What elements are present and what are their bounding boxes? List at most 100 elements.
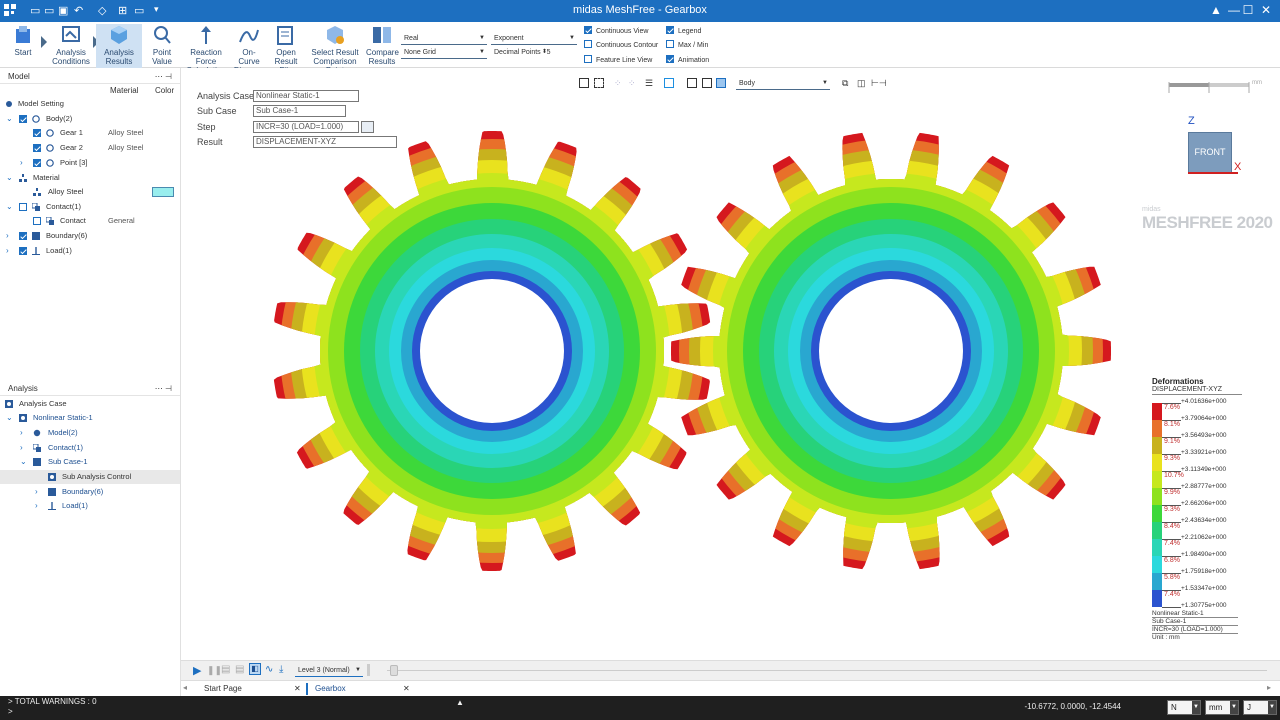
tree-row-model-setting[interactable]: Model Setting <box>0 97 180 111</box>
point-value-button[interactable]: Point Value <box>146 24 178 68</box>
chevron-right-icon[interactable]: › <box>20 156 23 170</box>
tab-start-page[interactable]: Start Page ✕ <box>204 682 304 696</box>
step-field[interactable]: INCR=30 (LOAD=1.000) <box>253 121 359 133</box>
result-field[interactable]: DISPLACEMENT-XYZ <box>253 136 397 148</box>
continuous-view-checkbox[interactable]: Continuous View <box>584 26 648 37</box>
animation-slider-track[interactable] <box>387 670 1267 671</box>
length-unit-select[interactable]: mm ▼ <box>1205 700 1239 715</box>
pin-icon[interactable]: ⋯ ⊣ <box>155 70 172 84</box>
analysis-case-field[interactable]: Nonlinear Static-1 <box>253 90 359 102</box>
view-cube[interactable]: FRONT Z X <box>1180 115 1250 185</box>
tree-row-material[interactable]: ⌄ Material <box>0 171 180 185</box>
tree-row-sub-case[interactable]: ⌄ Sub Case-1 <box>0 455 180 469</box>
select-result-button[interactable]: Select Result Comparison Point <box>306 24 364 75</box>
compare-results-button[interactable]: Compare Results <box>366 24 399 68</box>
component-select[interactable]: Real ▼ <box>401 33 487 45</box>
on-curve-button[interactable]: On-Curve Diagram <box>232 24 266 75</box>
tree-row-load[interactable]: › Load(1) <box>0 244 180 258</box>
tree-row-gear-2[interactable]: Gear 2 Alloy Steel <box>0 141 180 155</box>
analysis-conditions-button[interactable]: Analysis Conditions <box>50 24 92 68</box>
tree-row-point[interactable]: › Point [3] <box>0 156 180 170</box>
download-icon[interactable]: ⤓ <box>279 664 283 675</box>
tree-row-boundary[interactable]: › Boundary(6) <box>0 229 180 243</box>
chevron-left-icon[interactable]: ◂ <box>183 683 187 692</box>
start-button[interactable]: Start <box>6 24 40 68</box>
window-select-icon[interactable] <box>594 78 604 88</box>
frame-step-icon[interactable]: ◧ <box>249 663 261 675</box>
tree-row-boundary-analysis[interactable]: › Boundary(6) <box>0 485 180 499</box>
force-unit-select[interactable]: N ▼ <box>1167 700 1201 715</box>
tree-row-gear-1[interactable]: Gear 1 Alloy Steel <box>0 126 180 140</box>
chevron-down-icon[interactable]: ⌄ <box>6 411 13 425</box>
loop-icon[interactable]: ∿ <box>265 664 273 675</box>
material-color-swatch[interactable] <box>152 187 174 197</box>
max-min-checkbox[interactable]: Max / Min <box>666 40 708 51</box>
zoom-fit-icon[interactable] <box>702 78 712 88</box>
chevron-right-icon[interactable]: › <box>6 229 9 243</box>
continuous-contour-checkbox[interactable]: Continuous Contour <box>584 40 658 51</box>
chevron-right-icon[interactable]: › <box>20 441 23 455</box>
frame-icon[interactable] <box>664 78 674 88</box>
open-result-button[interactable]: Open Result File <box>268 24 304 75</box>
chevron-down-icon[interactable]: ⌄ <box>6 171 13 185</box>
reaction-force-button[interactable]: Reaction Force Calculation <box>180 24 232 75</box>
visibility-checkbox[interactable] <box>19 115 27 123</box>
format-select[interactable]: Exponent ▼ <box>491 33 577 45</box>
chevron-right-icon[interactable]: › <box>6 244 9 258</box>
close-icon[interactable]: ✕ <box>403 682 410 696</box>
expand-console-icon[interactable]: ▲ <box>456 698 464 707</box>
visibility-checkbox[interactable] <box>19 232 27 240</box>
clip-plane-icon[interactable]: ⧉ <box>842 78 848 89</box>
tree-row-model[interactable]: › Model(2) <box>0 426 180 440</box>
chevron-down-icon[interactable]: ⌄ <box>6 112 13 126</box>
sub-case-field[interactable]: Sub Case-1 <box>253 105 346 117</box>
select-connected-icon[interactable]: ⁘ <box>628 78 636 89</box>
visibility-checkbox[interactable] <box>19 203 27 211</box>
tree-row-alloy-steel[interactable]: Alloy Steel <box>0 185 180 199</box>
energy-unit-select[interactable]: J ▼ <box>1243 700 1277 715</box>
tree-row-contact[interactable]: Contact General <box>0 214 180 228</box>
grid-select[interactable]: None Grid ▼ <box>401 47 487 59</box>
split-view-icon[interactable]: ◫ <box>857 78 866 89</box>
visibility-checkbox[interactable] <box>33 217 41 225</box>
feature-line-view-checkbox[interactable]: Feature Line View <box>584 55 652 66</box>
visibility-checkbox[interactable] <box>33 144 41 152</box>
export-icon[interactable]: ▤ <box>235 664 244 675</box>
animation-slider-thumb[interactable] <box>390 665 398 676</box>
tree-row-sub-analysis-control[interactable]: Sub Analysis Control <box>0 470 180 484</box>
visibility-checkbox[interactable] <box>33 129 41 137</box>
ribbon-toggle-icon[interactable]: ▲ <box>1208 3 1224 17</box>
visibility-checkbox[interactable] <box>19 247 27 255</box>
command-prompt[interactable]: > <box>8 707 13 716</box>
tree-row-analysis-case[interactable]: Analysis Case <box>0 397 180 411</box>
measure-icon[interactable]: ⊢⊣ <box>871 78 887 89</box>
analysis-results-button[interactable]: Analysis Results <box>96 24 142 68</box>
pin-icon[interactable]: ⋯ ⊣ <box>155 382 172 396</box>
select-all-icon[interactable]: ⁘ <box>614 78 622 89</box>
pause-icon[interactable]: ❚❚ <box>207 665 222 676</box>
tab-gearbox[interactable]: Gearbox ✕ <box>315 682 415 696</box>
visibility-checkbox[interactable] <box>33 159 41 167</box>
viewport-3d[interactable] <box>181 68 1280 660</box>
record-icon[interactable]: ▤ <box>221 664 230 675</box>
result-legend[interactable]: Deformations DISPLACEMENT-XYZ 7.6% 8.1% 9.… <box>1152 377 1242 641</box>
chevron-right-icon[interactable]: › <box>20 426 23 440</box>
list-icon[interactable]: ☰ <box>645 78 653 89</box>
tree-row-load-analysis[interactable]: › Load(1) <box>0 499 180 513</box>
chevron-down-icon[interactable]: ⌄ <box>20 455 27 469</box>
box-select-icon[interactable] <box>579 78 589 88</box>
tree-row-contact-group[interactable]: ⌄ Contact(1) <box>0 200 180 214</box>
decimal-points-field[interactable]: Decimal Points 5 ⬍ <box>491 47 577 59</box>
tree-row-contact-analysis[interactable]: › Contact(1) <box>0 441 180 455</box>
play-icon[interactable]: ▶ <box>193 664 201 677</box>
zoom-box-icon[interactable] <box>687 78 697 88</box>
chevron-right-icon[interactable]: › <box>35 499 38 513</box>
tree-row-body[interactable]: ⌄ Body(2) <box>0 112 180 126</box>
tree-row-nonlinear-static[interactable]: ⌄ Nonlinear Static-1 <box>0 411 180 425</box>
display-mode-icon[interactable] <box>716 78 726 88</box>
view-target-select[interactable]: Body ▼ <box>736 78 830 90</box>
chevron-down-icon[interactable]: ⌄ <box>6 200 13 214</box>
maximize-button[interactable]: ☐ <box>1240 3 1256 17</box>
close-icon[interactable]: ✕ <box>294 682 301 696</box>
chevron-right-icon[interactable]: › <box>35 485 38 499</box>
